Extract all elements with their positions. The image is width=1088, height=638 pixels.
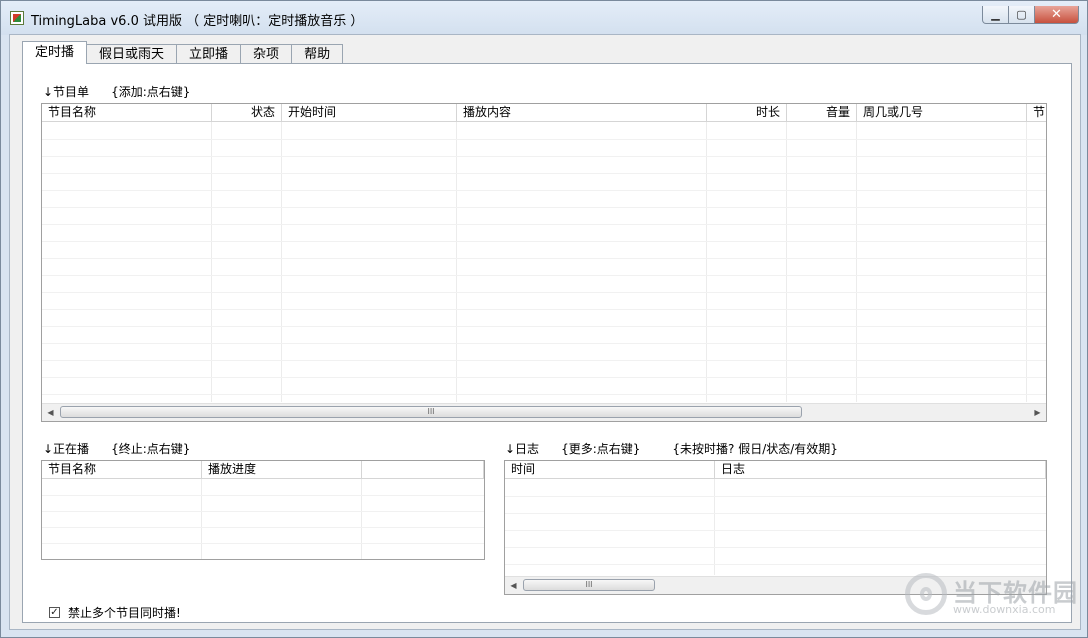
log-heading: ↓日志 {更多:点右键} {未按时播? 假日/状态/有效期}	[505, 440, 838, 457]
grid-row-line	[42, 543, 484, 544]
grid-row-line	[42, 190, 1046, 191]
tab-help[interactable]: 帮助	[292, 44, 344, 64]
column-log[interactable]: 日志	[715, 461, 1046, 478]
tab-holiday-rain[interactable]: 假日或雨天	[87, 44, 178, 64]
grid-row-line	[42, 495, 484, 496]
log-header: 时间 日志	[505, 461, 1046, 479]
client-area: 定时播 假日或雨天 立即播 杂项 帮助 ↓节目单 {添加:点右键} 节目名称 状态…	[9, 34, 1081, 630]
log-hint: {更多:点右键}	[561, 442, 641, 456]
scroll-thumb[interactable]: III	[523, 579, 655, 591]
app-icon[interactable]	[10, 11, 24, 25]
log-body[interactable]	[505, 479, 1046, 575]
scroll-left-arrow-icon[interactable]: ◀	[42, 404, 59, 421]
grid-column-line	[714, 479, 715, 575]
app-window: TimingLaba v6.0 试用版 （ 定时喇叭：定时播放音乐 ） ▁ ▢ …	[0, 0, 1088, 638]
minimize-icon: ▁	[991, 8, 1000, 21]
tab-strip: 定时播 假日或雨天 立即播 杂项 帮助	[22, 41, 344, 64]
grid-row-line	[42, 527, 484, 528]
grid-row-line	[42, 241, 1046, 242]
grid-row-line	[42, 360, 1046, 361]
log-label: ↓日志	[505, 442, 540, 456]
grid-row-line	[42, 511, 484, 512]
grid-row-line	[42, 377, 1046, 378]
grid-row-line	[505, 513, 1046, 514]
program-list-hint: {添加:点右键}	[111, 85, 191, 99]
grid-row-line	[42, 258, 1046, 259]
grid-row-line	[505, 496, 1046, 497]
column-volume[interactable]: 音量	[787, 104, 857, 121]
grid-row-line	[42, 394, 1046, 395]
grid-row-line	[505, 530, 1046, 531]
grid-row-line	[42, 173, 1046, 174]
scroll-thumb[interactable]: III	[60, 406, 802, 418]
program-list-heading: ↓节目单 {添加:点右键}	[43, 83, 190, 100]
scroll-left-arrow-icon[interactable]: ◀	[505, 577, 522, 594]
program-list-body[interactable]	[42, 122, 1046, 402]
column-more[interactable]: 节	[1027, 104, 1046, 121]
now-playing-list[interactable]: 节目名称 播放进度	[41, 460, 485, 560]
grid-row-line	[42, 326, 1046, 327]
program-list-header: 节目名称 状态 开始时间 播放内容 时长 音量 周几或几号 节	[42, 104, 1046, 122]
no-overlap-checkbox[interactable]: ✓	[49, 607, 60, 618]
tab-panel: ↓节目单 {添加:点右键} 节目名称 状态 开始时间 播放内容 时长 音量 周几或…	[22, 63, 1072, 623]
grid-row-line	[505, 547, 1046, 548]
now-playing-header: 节目名称 播放进度	[42, 461, 484, 479]
now-playing-label: ↓正在播	[43, 442, 90, 456]
title-bar[interactable]: TimingLaba v6.0 试用版 （ 定时喇叭：定时播放音乐 ） ▁ ▢ …	[1, 1, 1087, 35]
close-button[interactable]: ✕	[1035, 6, 1079, 24]
window-controls: ▁ ▢ ✕	[982, 6, 1079, 26]
no-overlap-option[interactable]: ✓ 禁止多个节目同时播!	[49, 604, 181, 621]
program-list-hscrollbar[interactable]: ◀ III ▶	[42, 403, 1046, 421]
column-program-name[interactable]: 节目名称	[42, 461, 202, 478]
tab-play-now[interactable]: 立即播	[177, 44, 242, 64]
watermark-url: www.downxia.com	[953, 603, 1056, 616]
grid-row-line	[42, 292, 1046, 293]
grid-column-line	[201, 479, 202, 559]
column-extra[interactable]	[362, 461, 484, 478]
now-playing-heading: ↓正在播 {终止:点右键}	[43, 440, 190, 457]
grid-row-line	[42, 343, 1046, 344]
grid-row-line	[42, 156, 1046, 157]
column-status[interactable]: 状态	[212, 104, 282, 121]
column-weekday-or-date[interactable]: 周几或几号	[857, 104, 1027, 121]
column-play-progress[interactable]: 播放进度	[202, 461, 362, 478]
grid-row-line	[505, 564, 1046, 565]
no-overlap-label[interactable]: 禁止多个节目同时播!	[68, 604, 181, 621]
column-start-time[interactable]: 开始时间	[282, 104, 457, 121]
watermark-logo: 当下软件园 www.downxia.com	[905, 573, 1081, 623]
grid-column-line	[361, 479, 362, 559]
maximize-icon: ▢	[1016, 8, 1027, 21]
column-duration[interactable]: 时长	[707, 104, 787, 121]
program-list[interactable]: 节目名称 状态 开始时间 播放内容 时长 音量 周几或几号 节 ◀ III ▶	[41, 103, 1047, 422]
column-program-name[interactable]: 节目名称	[42, 104, 212, 121]
grid-row-line	[42, 309, 1046, 310]
now-playing-body[interactable]	[42, 479, 484, 559]
scroll-right-arrow-icon[interactable]: ▶	[1029, 404, 1046, 421]
column-time[interactable]: 时间	[505, 461, 715, 478]
window-title: TimingLaba v6.0 试用版 （ 定时喇叭：定时播放音乐 ）	[31, 14, 364, 29]
close-icon: ✕	[1051, 7, 1062, 22]
log-hint-schedule: {未按时播? 假日/状态/有效期}	[672, 442, 838, 456]
grid-row-line	[42, 224, 1046, 225]
tab-misc[interactable]: 杂项	[241, 44, 293, 64]
column-play-content[interactable]: 播放内容	[457, 104, 707, 121]
maximize-button[interactable]: ▢	[1009, 6, 1035, 24]
watermark-logo-icon	[905, 573, 947, 615]
program-list-label: ↓节目单	[43, 85, 90, 99]
now-playing-hint: {终止:点右键}	[111, 442, 191, 456]
tab-timed-play[interactable]: 定时播	[22, 41, 88, 64]
grid-row-line	[42, 207, 1046, 208]
grid-row-line	[42, 139, 1046, 140]
grid-row-line	[42, 275, 1046, 276]
minimize-button[interactable]: ▁	[982, 6, 1009, 24]
